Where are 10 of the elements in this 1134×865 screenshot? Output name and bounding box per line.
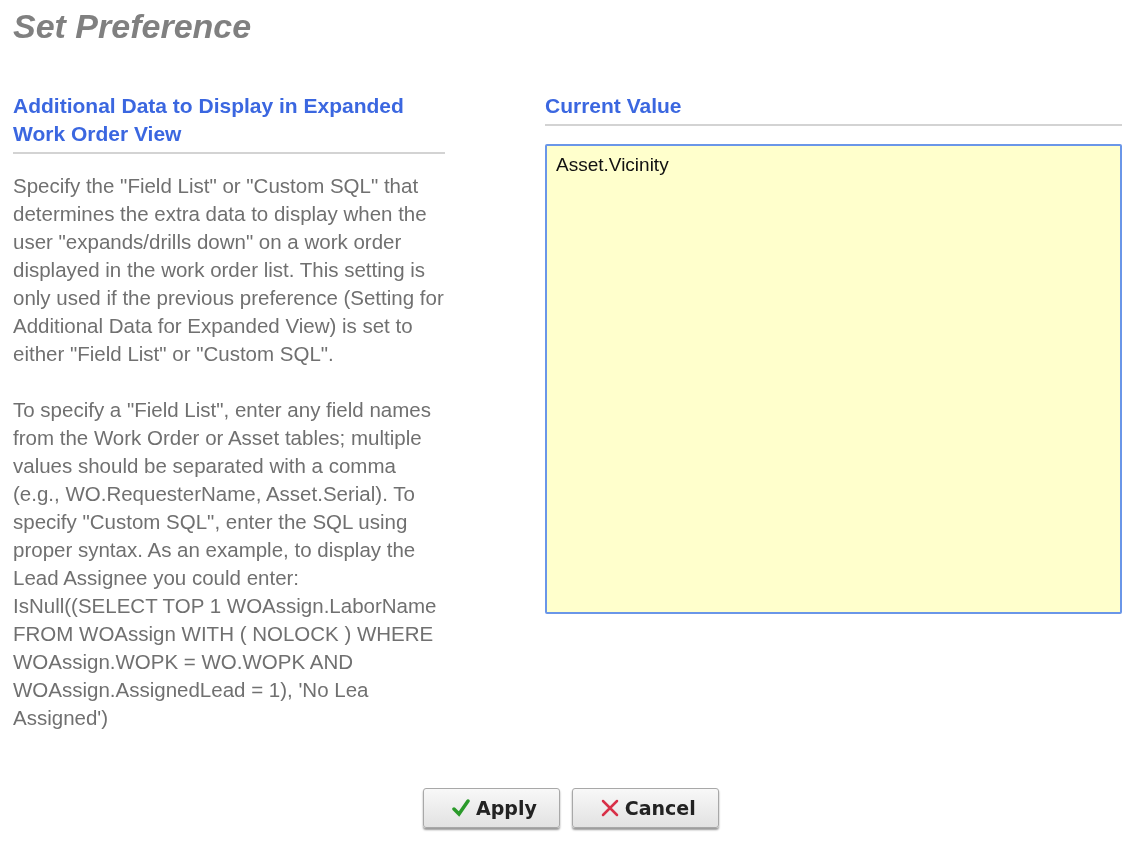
page-title: Set Preference [13,6,253,47]
section-heading: Additional Data to Display in Expanded Work Order View [13,92,445,154]
cancel-button[interactable]: Cancel [571,788,719,828]
value-input-field[interactable]: Asset.Vicinity [545,144,1122,614]
section-heading: Current Value [545,92,1122,126]
checkmark-icon [452,799,470,817]
description-paragraph: To specify a "Field List", enter any field names from the Work Order or Asset tables; multiple values should be separated with a comma (e.g., WO.RequesterName, Asset.Serial). To specify "Custom SQL", enter the SQL using proper syntax. As an example, to display the Lead Assignee you could enter: IsNull((SELECT TOP 1 WOAssign.LaborName FROM WOAssign WITH ( NOLOCK ) WHERE WOAssign.WOPK = WO.WOPK AND WOAssign.AssignedLead = 1), 'No Lea Assigned') [13,397,438,731]
apply-button[interactable]: Apply [423,788,560,828]
close-icon [600,799,619,817]
description-paragraph: Specify the "Field List" or "Custom SQL" that determines the extra data to display when the user "expands/drills down" on a work order displayed in the work order list. This setting is only used if the previous preference (Setting for Additional Data for Expanded View) is set to either "Field List" or "Custom SQL". [13,173,445,367]
